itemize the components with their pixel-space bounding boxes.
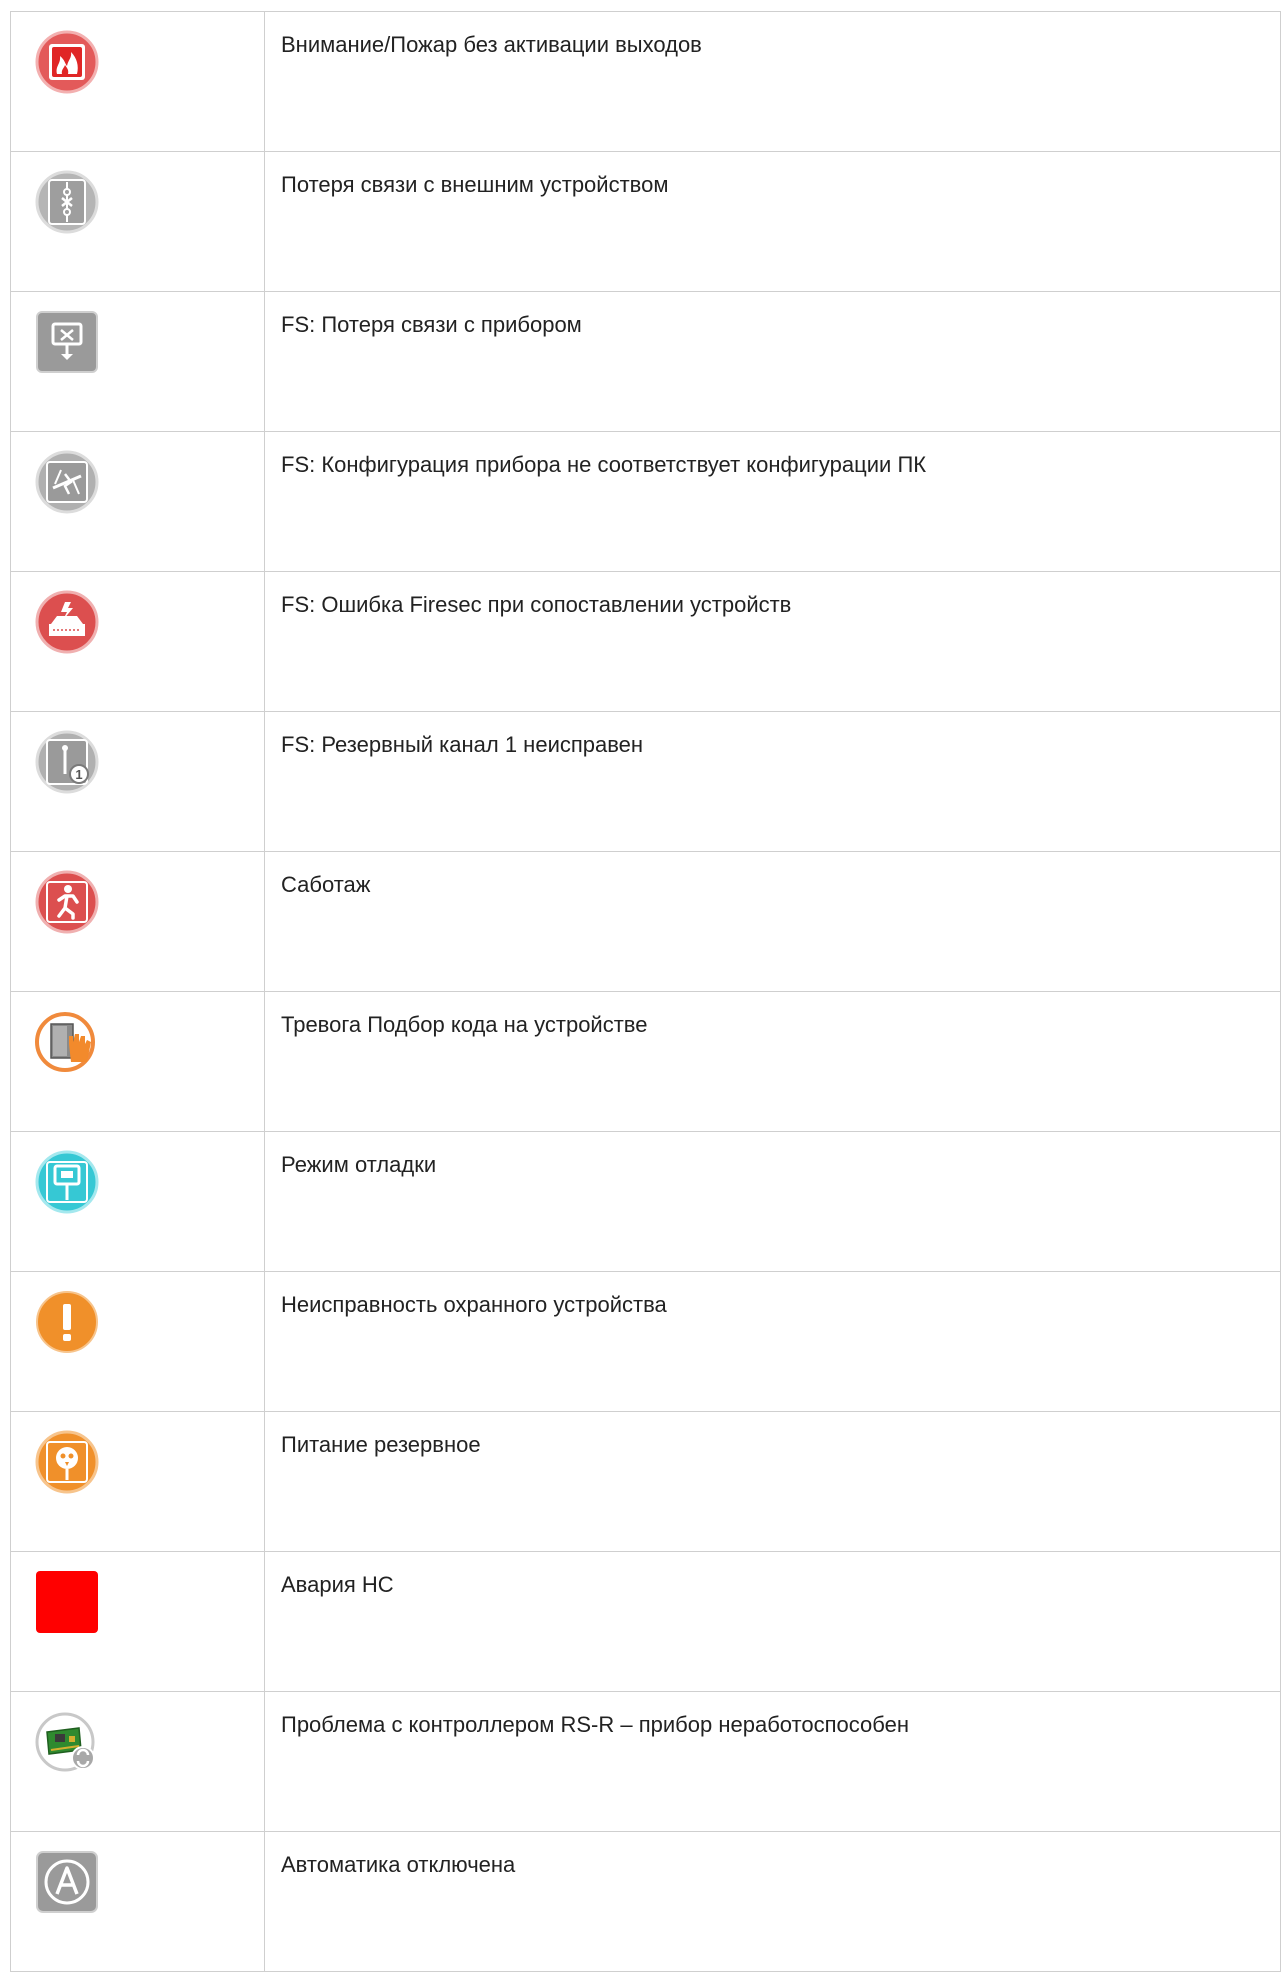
table-row: 1 FS: Резервный канал 1 неисправен xyxy=(10,711,1281,852)
row-label: FS: Резервный канал 1 неисправен xyxy=(281,732,644,757)
table-row: FS: Потеря связи с прибором xyxy=(10,291,1281,432)
row-label: Авария НС xyxy=(281,1572,394,1597)
backup-channel-fault-icon: 1 xyxy=(35,730,99,794)
pump-station-failure-icon xyxy=(35,1570,99,1634)
row-label: FS: Ошибка Firesec при сопоставлении уст… xyxy=(281,592,792,617)
table-row: FS: Ошибка Firesec при сопоставлении уст… xyxy=(10,571,1281,712)
automation-disabled-icon xyxy=(35,1850,99,1914)
config-mismatch-icon xyxy=(35,450,99,514)
table-row: Автоматика отключена xyxy=(10,1831,1281,1972)
table-row: Авария НС xyxy=(10,1551,1281,1692)
table-row: FS: Конфигурация прибора не соответствуе… xyxy=(10,431,1281,572)
row-label: Проблема с контроллером RS-R – прибор не… xyxy=(281,1712,909,1737)
table-row: Питание резервное xyxy=(10,1411,1281,1552)
row-label: Питание резервное xyxy=(281,1432,481,1457)
table-row: Внимание/Пожар без активации выходов xyxy=(10,11,1281,152)
table-row: Потеря связи с внешним устройством xyxy=(10,151,1281,292)
row-label: Потеря связи с внешним устройством xyxy=(281,172,669,197)
sabotage-icon xyxy=(35,870,99,934)
table-row: Проблема с контроллером RS-R – прибор не… xyxy=(10,1691,1281,1832)
table-row: Режим отладки xyxy=(10,1131,1281,1272)
status-table: Внимание/Пожар без активации выходов Пот… xyxy=(10,11,1281,1972)
table-row: Тревога Подбор кода на устройстве xyxy=(10,991,1281,1132)
table-row: Саботаж xyxy=(10,851,1281,992)
row-label: Внимание/Пожар без активации выходов xyxy=(281,32,702,57)
firesec-error-icon xyxy=(35,590,99,654)
device-connection-lost-icon xyxy=(35,310,99,374)
code-guessing-alarm-icon xyxy=(35,1010,99,1074)
row-label: Тревога Подбор кода на устройстве xyxy=(281,1012,648,1037)
fire-alarm-icon xyxy=(35,30,99,94)
security-device-fault-icon xyxy=(35,1290,99,1354)
status-table-wrapper: Внимание/Пожар без активации выходов Пот… xyxy=(10,11,1281,1972)
row-label: Режим отладки xyxy=(281,1152,437,1177)
row-label: Саботаж xyxy=(281,872,371,897)
row-label: FS: Потеря связи с прибором xyxy=(281,312,582,337)
row-label: Неисправность охранного устройства xyxy=(281,1292,667,1317)
table-row: Неисправность охранного устройства xyxy=(10,1271,1281,1412)
row-label: Автоматика отключена xyxy=(281,1852,516,1877)
link-lost-icon xyxy=(35,170,99,234)
debug-mode-icon xyxy=(35,1150,99,1214)
rs-r-controller-problem-icon xyxy=(35,1710,99,1774)
backup-power-icon xyxy=(35,1430,99,1494)
row-label: FS: Конфигурация прибора не соответствуе… xyxy=(281,452,927,477)
svg-text:1: 1 xyxy=(75,767,82,782)
